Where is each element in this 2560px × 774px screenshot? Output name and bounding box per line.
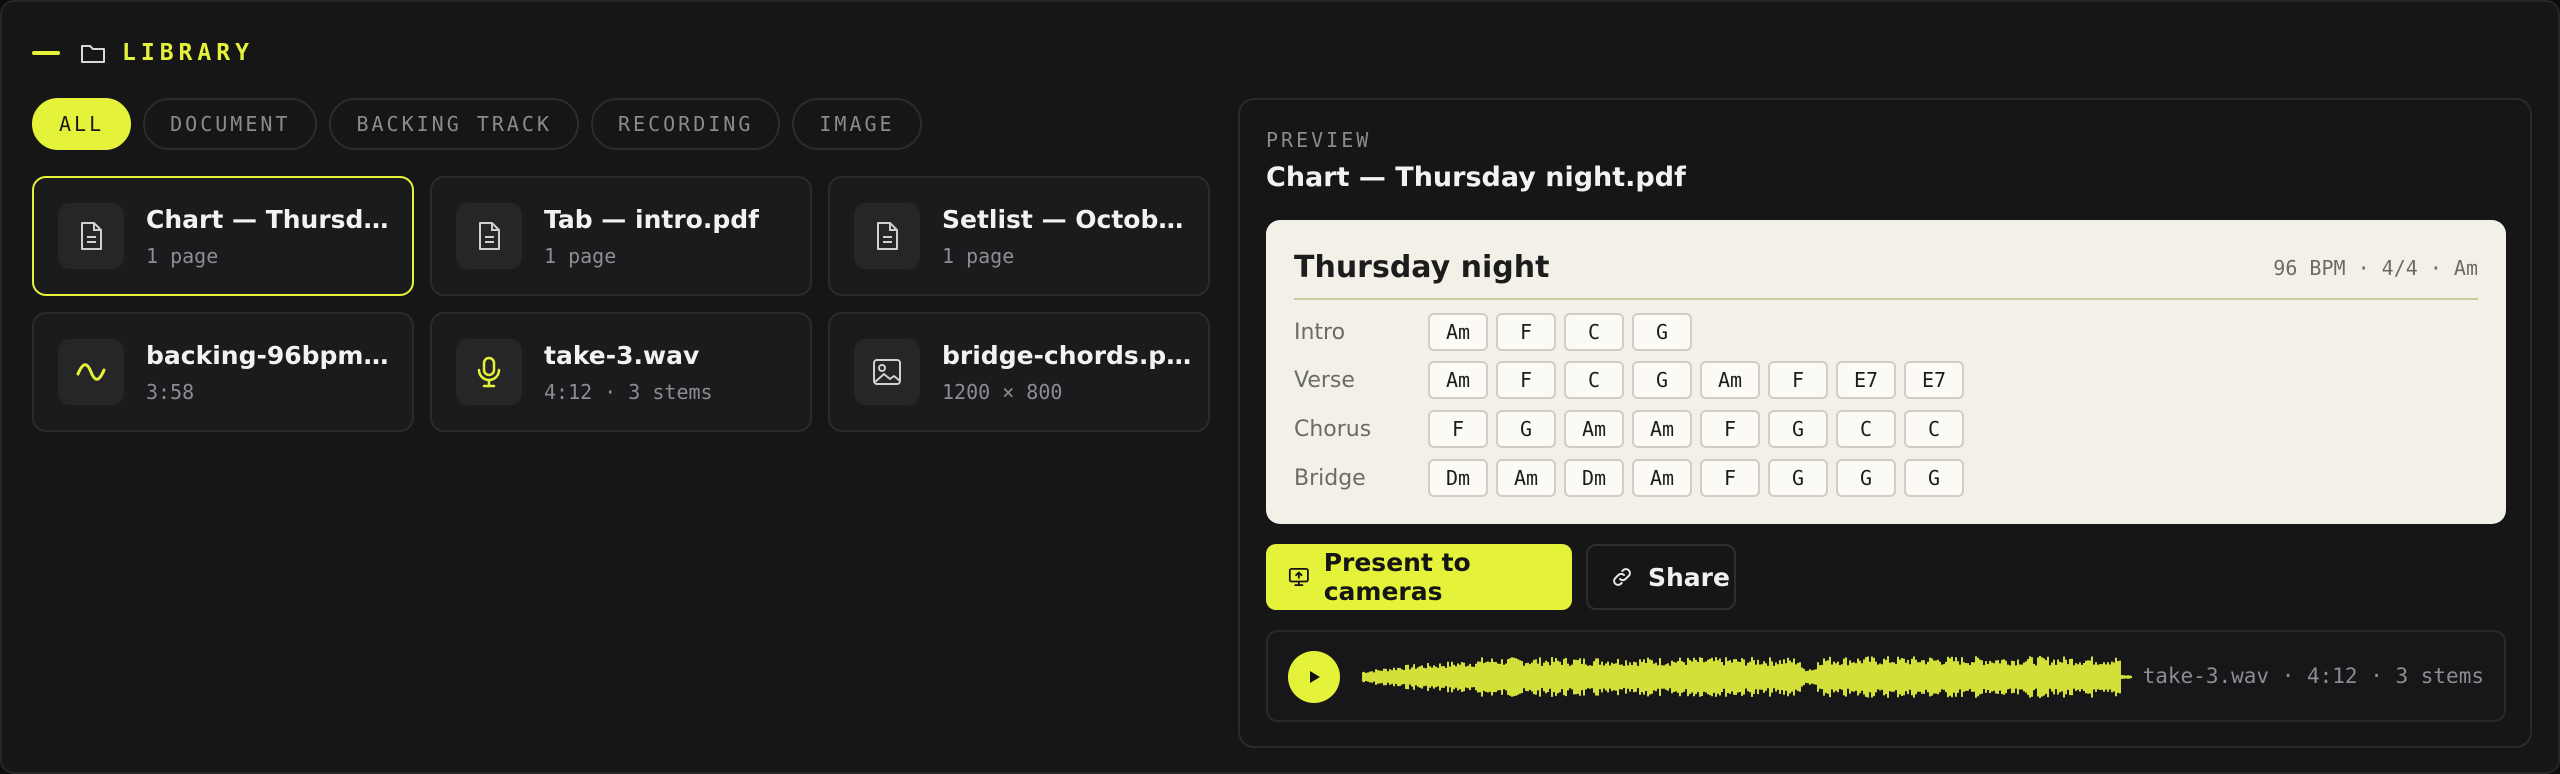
chord-cell: C bbox=[1836, 410, 1896, 448]
waveform-icon bbox=[58, 339, 124, 405]
file-meta: 4:12 · 3 stems bbox=[544, 379, 713, 404]
chord-cell: G bbox=[1632, 313, 1692, 351]
share-label: Share bbox=[1648, 562, 1730, 592]
section-row: Bridge Dm Am Dm Am F G G G bbox=[1294, 458, 1964, 498]
chord-cell: F bbox=[1768, 361, 1828, 399]
section-row: Verse Am F C G Am F E7 E7 bbox=[1294, 360, 1964, 400]
chord-cell: F bbox=[1496, 361, 1556, 399]
chord-cell: G bbox=[1632, 361, 1692, 399]
document-icon bbox=[58, 203, 124, 269]
chord-cell: Am bbox=[1632, 410, 1692, 448]
file-meta: 3:58 bbox=[146, 379, 195, 404]
chord-cell: G bbox=[1496, 410, 1556, 448]
file-name: backing-96bpm.wav bbox=[146, 340, 396, 370]
chord-chart-sheet: Thursday night 96 BPM · 4/4 · Am Intro A… bbox=[1266, 220, 2506, 524]
chord-cell: Am bbox=[1564, 410, 1624, 448]
library-header: LIBRARY bbox=[32, 36, 254, 70]
section-row: Intro Am F C G bbox=[1294, 312, 1692, 352]
file-card[interactable]: Chart — Thursday night.pdf 1 page bbox=[32, 176, 414, 296]
chord-cell: Am bbox=[1700, 361, 1760, 399]
chord-cell: Am bbox=[1428, 361, 1488, 399]
file-meta: 1 page bbox=[146, 243, 219, 268]
file-card[interactable]: backing-96bpm.wav 3:58 bbox=[32, 312, 414, 432]
microphone-icon bbox=[456, 339, 522, 405]
sheet-title: Thursday night bbox=[1294, 250, 1550, 285]
chord-cell: C bbox=[1564, 361, 1624, 399]
chord-cell: F bbox=[1700, 410, 1760, 448]
present-to-cameras-button[interactable]: Present to cameras bbox=[1266, 544, 1572, 610]
chord-cell: F bbox=[1496, 313, 1556, 351]
document-icon bbox=[456, 203, 522, 269]
play-icon bbox=[1310, 671, 1320, 683]
file-name: bridge-chords.png bbox=[942, 340, 1192, 370]
file-meta: 1 page bbox=[544, 243, 617, 268]
library-panel: LIBRARY ALL DOCUMENT BACKING TRACK RECOR… bbox=[0, 0, 2560, 774]
file-name: Setlist — October tour.pdf bbox=[942, 204, 1192, 234]
waveform[interactable] bbox=[1362, 648, 2132, 706]
chord-cell: C bbox=[1904, 410, 1964, 448]
section-label: Intro bbox=[1294, 319, 1346, 345]
sheet-divider bbox=[1294, 298, 2478, 300]
chord-cell: F bbox=[1700, 459, 1760, 497]
chord-cell: G bbox=[1904, 459, 1964, 497]
filter-chip-recording[interactable]: RECORDING bbox=[591, 98, 781, 150]
share-button[interactable]: Share bbox=[1586, 544, 1736, 610]
section-label: Bridge bbox=[1294, 465, 1366, 491]
chord-cell: Am bbox=[1496, 459, 1556, 497]
image-icon bbox=[854, 339, 920, 405]
present-label: Present to cameras bbox=[1323, 548, 1471, 606]
chord-cell: E7 bbox=[1836, 361, 1896, 399]
player-meta: take-3.wav · 4:12 · 3 stems bbox=[2142, 664, 2484, 688]
chord-cell: Dm bbox=[1564, 459, 1624, 497]
filter-chip-image[interactable]: IMAGE bbox=[792, 98, 922, 150]
file-name: Tab — intro.pdf bbox=[544, 204, 759, 234]
file-card[interactable]: Tab — intro.pdf 1 page bbox=[430, 176, 812, 296]
chord-cell: Am bbox=[1428, 313, 1488, 351]
file-card[interactable]: take-3.wav 4:12 · 3 stems bbox=[430, 312, 812, 432]
filter-chip-backing-track[interactable]: BACKING TRACK bbox=[329, 98, 579, 150]
chord-cell: F bbox=[1428, 410, 1488, 448]
chord-cell: Am bbox=[1632, 459, 1692, 497]
section-label: Chorus bbox=[1294, 416, 1372, 442]
filter-chip-document[interactable]: DOCUMENT bbox=[143, 98, 318, 150]
section-row: Chorus F G Am Am F G C C bbox=[1294, 409, 1964, 449]
folder-icon bbox=[81, 45, 105, 63]
chord-cell: Dm bbox=[1428, 459, 1488, 497]
library-title: LIBRARY bbox=[122, 40, 254, 66]
file-meta: 1 page bbox=[942, 243, 1015, 268]
document-icon bbox=[854, 203, 920, 269]
preview-label: PREVIEW bbox=[1266, 128, 1372, 152]
chord-cell: G bbox=[1836, 459, 1896, 497]
file-card[interactable]: Setlist — October tour.pdf 1 page bbox=[828, 176, 1210, 296]
chord-cell: E7 bbox=[1904, 361, 1964, 399]
sheet-meta: 96 BPM · 4/4 · Am bbox=[2273, 256, 2478, 280]
filter-chips: ALL DOCUMENT BACKING TRACK RECORDING IMA… bbox=[32, 98, 922, 150]
file-meta: 1200 × 800 bbox=[942, 379, 1063, 404]
play-button[interactable] bbox=[1288, 651, 1340, 703]
file-name: take-3.wav bbox=[544, 340, 700, 370]
collapse-dash-icon[interactable] bbox=[32, 51, 60, 55]
section-label: Verse bbox=[1294, 367, 1355, 393]
file-card[interactable]: bridge-chords.png 1200 × 800 bbox=[828, 312, 1210, 432]
link-icon bbox=[1613, 568, 1631, 586]
preview-title: Chart — Thursday night.pdf bbox=[1266, 162, 1686, 193]
preview-panel: PREVIEW Chart — Thursday night.pdf Thurs… bbox=[1238, 98, 2532, 748]
chord-cell: G bbox=[1768, 459, 1828, 497]
present-screen-icon bbox=[1288, 567, 1309, 587]
file-name: Chart — Thursday night.pdf bbox=[146, 204, 396, 234]
chord-cell: C bbox=[1564, 313, 1624, 351]
audio-player: take-3.wav · 4:12 · 3 stems bbox=[1266, 630, 2506, 722]
file-grid: Chart — Thursday night.pdf 1 page Tab — … bbox=[32, 176, 1210, 432]
filter-chip-all[interactable]: ALL bbox=[32, 98, 132, 150]
chord-cell: G bbox=[1768, 410, 1828, 448]
